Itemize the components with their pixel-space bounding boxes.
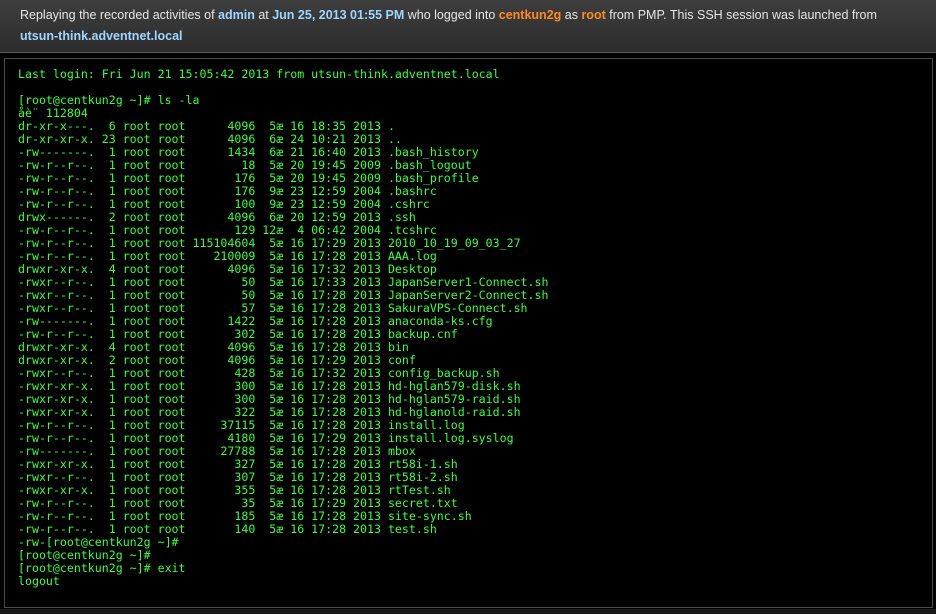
terminal-line: [root@centkun2g ~]# exit xyxy=(18,561,186,575)
banner-user: admin xyxy=(218,8,255,22)
terminal-replay-window[interactable]: Last login: Fri Jun 21 15:05:42 2013 fro… xyxy=(4,58,933,608)
session-info-banner: Replaying the recorded activities of adm… xyxy=(0,0,936,53)
terminal-line: Last login: Fri Jun 21 15:05:42 2013 fro… xyxy=(18,67,500,81)
terminal-line: [root@centkun2g ~]# ls -la xyxy=(18,93,200,107)
banner-source-host: utsun-think.adventnet.local xyxy=(20,29,183,43)
bottom-edge xyxy=(0,609,936,614)
banner-as-text: as xyxy=(561,8,582,22)
banner-logged-into-text: who logged into xyxy=(404,8,499,22)
banner-at-text: at xyxy=(254,8,273,22)
terminal-line: logout xyxy=(18,574,60,588)
terminal-output: Last login: Fri Jun 21 15:05:42 2013 fro… xyxy=(18,68,548,588)
banner-datetime: Jun 25, 2013 01:55 PM xyxy=(272,8,405,22)
banner-prefix-text: Replaying the recorded activities of xyxy=(20,8,219,22)
banner-launched-text: from PMP. This SSH session was launched … xyxy=(605,8,877,22)
banner-host: centkun2g xyxy=(498,8,562,22)
banner-account: root xyxy=(581,8,606,22)
